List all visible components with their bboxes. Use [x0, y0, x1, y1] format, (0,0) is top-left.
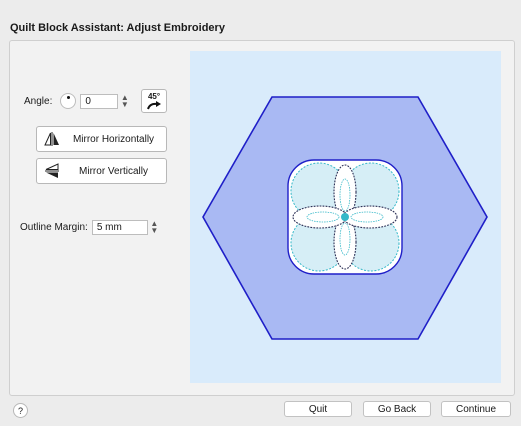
mirror-vertically-label: Mirror Vertically	[79, 165, 148, 177]
outline-margin-stepper[interactable]: ▲ ▼	[150, 220, 159, 235]
mirror-horizontally-button[interactable]: Mirror Horizontally	[36, 126, 167, 152]
angle-row: Angle: 0 ▲ ▼	[24, 93, 129, 109]
quit-button[interactable]: Quit	[284, 401, 352, 417]
go-back-button[interactable]: Go Back	[363, 401, 431, 417]
mirror-vertical-icon	[37, 163, 67, 179]
angle-stepper[interactable]: ▲ ▼	[120, 93, 129, 109]
angle-label: Angle:	[24, 95, 53, 107]
window-title: Quilt Block Assistant: Adjust Embroidery	[10, 22, 225, 34]
continue-button[interactable]: Continue	[441, 401, 511, 417]
mirror-horizontally-label: Mirror Horizontally	[72, 133, 155, 145]
outline-margin-row: Outline Margin: 5 mm ▲ ▼	[20, 220, 159, 235]
rotate-45-label: 45°	[147, 91, 161, 101]
outline-margin-label: Outline Margin:	[20, 222, 88, 233]
help-icon[interactable]: ?	[13, 403, 28, 418]
mirror-vertically-button[interactable]: Mirror Vertically	[36, 158, 167, 184]
angle-input[interactable]: 0	[80, 93, 119, 109]
mirror-horizontal-icon	[37, 131, 67, 147]
embroidery-preview-canvas[interactable]	[190, 51, 501, 383]
rotate-45-icon	[147, 100, 161, 109]
embroidery-design	[287, 159, 403, 275]
rotate-45-button[interactable]: 45°	[141, 89, 167, 113]
preview-svg	[202, 96, 488, 340]
angle-dial-icon[interactable]	[60, 93, 77, 109]
outline-margin-input[interactable]: 5 mm	[91, 220, 148, 235]
